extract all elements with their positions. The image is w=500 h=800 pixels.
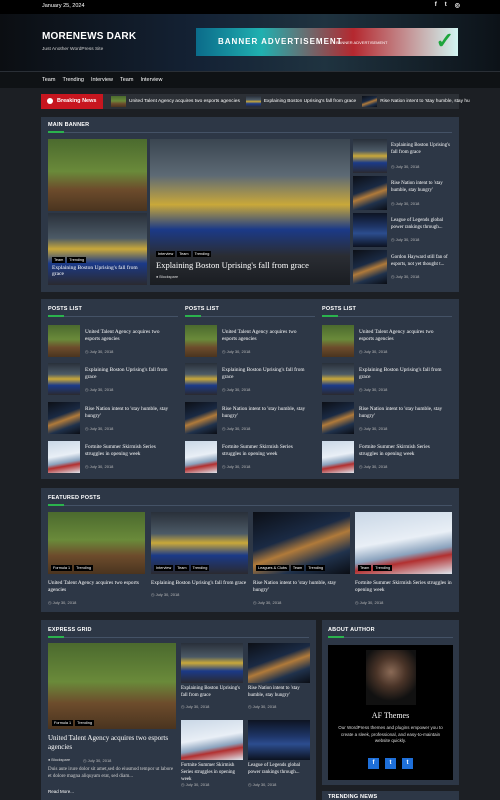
banner-ad-subtitle: BANNER ADVERTISEMENT bbox=[336, 40, 388, 45]
twitter-icon[interactable]: t bbox=[445, 2, 447, 9]
top-bar: January 25, 2024 f t ◎ bbox=[0, 0, 500, 14]
ticker-thumbnail bbox=[362, 96, 378, 107]
post-thumbnail[interactable] bbox=[322, 325, 354, 357]
news-ticker: United Talent Agency acquires two esport… bbox=[111, 96, 470, 107]
ticker-item[interactable]: Explaining Boston Uprising's fall from g… bbox=[245, 96, 356, 107]
ticker-item[interactable]: United Talent Agency acquires two esport… bbox=[111, 96, 240, 107]
main-banner-section: MAIN BANNER Team Trending Explaining Bos… bbox=[41, 117, 459, 292]
post-thumbnail[interactable] bbox=[322, 402, 354, 434]
post-thumbnail[interactable] bbox=[185, 441, 217, 473]
section-divider bbox=[185, 315, 315, 317]
section-title: POSTS LIST bbox=[185, 306, 220, 312]
twitter-icon[interactable]: t bbox=[385, 758, 396, 769]
banner-left-bottom-image[interactable]: Team Trending Explaining Boston Uprising… bbox=[48, 213, 147, 285]
featured-image[interactable]: Interview Team Trending bbox=[151, 512, 248, 574]
section-divider bbox=[322, 315, 452, 317]
author-avatar bbox=[366, 650, 416, 705]
section-title: POSTS LIST bbox=[48, 306, 83, 312]
breaking-news-label: Breaking News bbox=[41, 94, 103, 109]
post-thumbnail[interactable] bbox=[185, 363, 217, 395]
main-navigation: Team Trending Interview Team Interview bbox=[0, 71, 500, 88]
express-grid-section: EXPRESS GRID Formula 1 Trending United Ta… bbox=[41, 620, 316, 800]
featured-image[interactable]: Team Trending bbox=[355, 512, 452, 574]
section-divider bbox=[48, 636, 309, 638]
nav-item-interview[interactable]: Interview bbox=[91, 77, 113, 83]
express-main-excerpt: Duis aute irure dolor sit amet,sed do ei… bbox=[48, 767, 174, 779]
express-thumbnail[interactable] bbox=[181, 720, 243, 760]
section-title: EXPRESS GRID bbox=[48, 627, 92, 633]
side-thumbnail[interactable] bbox=[353, 139, 387, 173]
post-thumbnail[interactable] bbox=[48, 441, 80, 473]
facebook-icon[interactable]: f bbox=[435, 2, 437, 9]
posts-list-section: POSTS LIST POSTS LIST POSTS LIST United … bbox=[41, 299, 459, 479]
read-more-link[interactable]: Read More... bbox=[48, 789, 74, 794]
section-divider bbox=[48, 504, 452, 506]
author-description: Our WordPress themes and plugins empower… bbox=[338, 725, 443, 744]
banner-center-image[interactable]: Interview Team Trending Explaining Bosto… bbox=[150, 139, 350, 285]
nav-item-trending[interactable]: Trending bbox=[62, 77, 84, 83]
check-icon: ✓ bbox=[435, 28, 454, 53]
author-name: AF Themes bbox=[371, 711, 410, 720]
ticker-thumbnail bbox=[111, 96, 126, 107]
section-title: MAIN BANNER bbox=[48, 122, 90, 128]
side-thumbnail[interactable] bbox=[353, 250, 387, 284]
section-divider bbox=[48, 315, 178, 317]
express-thumbnail[interactable] bbox=[248, 720, 310, 760]
post-thumbnail[interactable] bbox=[322, 363, 354, 395]
top-social-links: f t ◎ bbox=[435, 2, 460, 9]
nav-item-team-2[interactable]: Team bbox=[120, 77, 133, 83]
facebook-icon[interactable]: f bbox=[368, 758, 379, 769]
post-thumbnail[interactable] bbox=[48, 363, 80, 395]
breaking-news-bar: Breaking News United Talent Agency acqui… bbox=[41, 94, 470, 109]
banner-left-bottom-title[interactable]: Explaining Boston Uprising's fall from g… bbox=[52, 265, 144, 277]
section-title: POSTS LIST bbox=[322, 306, 357, 312]
banner-center-title[interactable]: Explaining Boston Uprising's fall from g… bbox=[156, 260, 309, 270]
post-thumbnail[interactable] bbox=[48, 402, 80, 434]
post-thumbnail[interactable] bbox=[48, 325, 80, 357]
site-header: MORENEWS DARK Just Another WordPress Sit… bbox=[0, 14, 500, 71]
banner-left-top-image[interactable] bbox=[48, 139, 147, 211]
trending-news-widget: TRENDING NEWS bbox=[322, 791, 459, 800]
section-divider bbox=[48, 131, 452, 133]
side-thumbnail[interactable] bbox=[353, 213, 387, 247]
twitter-icon[interactable]: t bbox=[402, 758, 413, 769]
nav-item-interview-2[interactable]: Interview bbox=[140, 77, 162, 83]
ticker-thumbnail bbox=[245, 96, 261, 107]
section-title: TRENDING NEWS bbox=[328, 794, 378, 800]
instagram-icon[interactable]: ◎ bbox=[455, 2, 460, 9]
section-divider bbox=[328, 636, 453, 638]
express-main-image[interactable]: Formula 1 Trending bbox=[48, 643, 176, 729]
section-title: FEATURED POSTS bbox=[48, 495, 101, 501]
featured-image[interactable]: Formula 1 Trending bbox=[48, 512, 145, 574]
banner-center-author[interactable]: Blockspare bbox=[156, 275, 178, 279]
about-author-widget: ABOUT AUTHOR AF Themes Our WordPress the… bbox=[322, 620, 459, 785]
express-thumbnail[interactable] bbox=[248, 643, 310, 683]
side-thumbnail[interactable] bbox=[353, 176, 387, 210]
post-thumbnail[interactable] bbox=[185, 402, 217, 434]
featured-posts-section: FEATURED POSTS Formula 1 Trending United … bbox=[41, 488, 459, 612]
current-date: January 25, 2024 bbox=[42, 3, 85, 9]
nav-item-team[interactable]: Team bbox=[42, 77, 55, 83]
express-main-title[interactable]: United Talent Agency acquires two esport… bbox=[48, 734, 176, 753]
featured-image[interactable]: Leagues & Clubs Team Trending bbox=[253, 512, 350, 574]
express-thumbnail[interactable] bbox=[181, 643, 243, 683]
banner-ad-title: BANNER ADVERTISEMENT bbox=[218, 37, 343, 46]
banner-advertisement[interactable]: BANNER ADVERTISEMENT BANNER ADVERTISEMEN… bbox=[196, 28, 458, 56]
post-thumbnail[interactable] bbox=[322, 441, 354, 473]
site-tagline: Just Another WordPress Site bbox=[42, 47, 104, 52]
post-thumbnail[interactable] bbox=[185, 325, 217, 357]
ticker-item[interactable]: Rise Nation intent to 'stay humble, stay… bbox=[362, 96, 470, 107]
site-title[interactable]: MORENEWS DARK bbox=[42, 31, 136, 42]
author-card: AF Themes Our WordPress themes and plugi… bbox=[328, 645, 453, 780]
section-title: ABOUT AUTHOR bbox=[328, 627, 375, 633]
